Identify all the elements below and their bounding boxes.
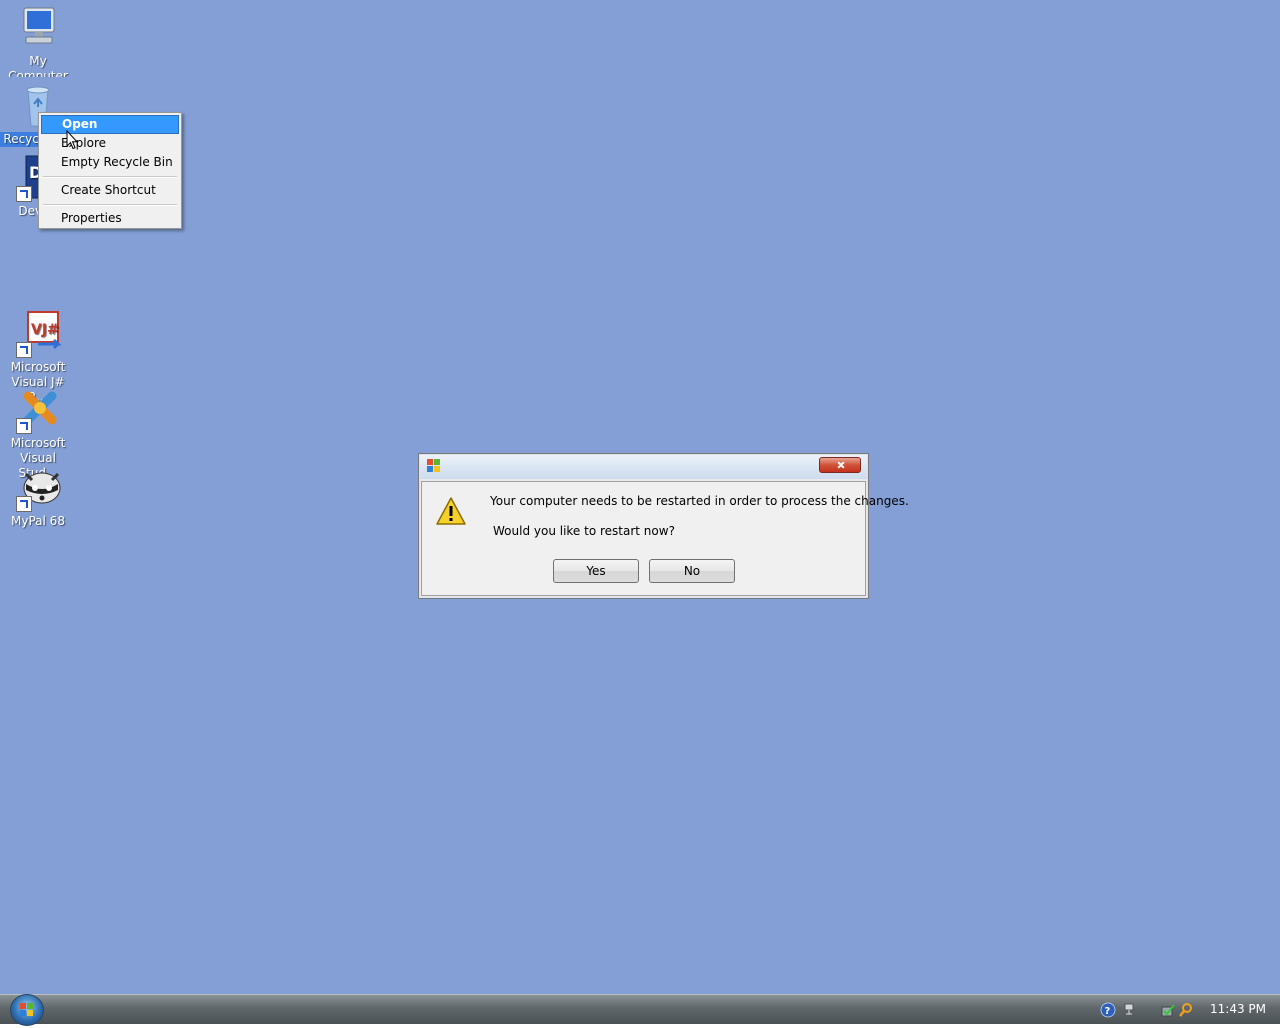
shortcut-arrow-icon bbox=[16, 186, 32, 202]
shortcut-arrow-icon bbox=[16, 496, 32, 512]
visual-jsharp-icon: VJ# bbox=[14, 310, 62, 358]
menu-item-empty-recycle-bin[interactable]: Empty Recycle Bin bbox=[41, 153, 179, 172]
taskbar: ? 11:43 PM bbox=[0, 994, 1280, 1026]
visual-studio-icon bbox=[14, 386, 62, 434]
warning-icon bbox=[435, 496, 467, 529]
yes-button[interactable]: Yes bbox=[553, 559, 639, 583]
menu-item-create-shortcut[interactable]: Create Shortcut bbox=[41, 181, 179, 200]
raccoon-icon bbox=[14, 464, 62, 512]
desktop-icon-mypal[interactable]: MyPal 68 bbox=[0, 464, 76, 529]
system-tray: ? 11:43 PM bbox=[1100, 995, 1280, 1024]
svg-text:VJ#: VJ# bbox=[31, 322, 59, 338]
desktop-icon-label: Microsoft bbox=[10, 436, 66, 450]
dialog-question: Would you like to restart now? bbox=[493, 524, 675, 538]
menu-item-explore[interactable]: Explore bbox=[41, 134, 179, 153]
dialog-body: Your computer needs to be restarted in o… bbox=[421, 481, 909, 596]
desktop-icon-label: Computer bbox=[8, 69, 68, 77]
menu-separator bbox=[43, 204, 177, 206]
context-menu: Open Explore Empty Recycle Bin Create Sh… bbox=[38, 112, 182, 229]
desktop-icon-label: My bbox=[29, 54, 47, 68]
restart-dialog: Your computer needs to be restarted in o… bbox=[418, 453, 909, 599]
start-button[interactable] bbox=[10, 994, 44, 1026]
security-check-icon[interactable] bbox=[1160, 1002, 1176, 1018]
close-button[interactable] bbox=[819, 457, 861, 473]
computer-icon bbox=[14, 4, 62, 52]
clock[interactable]: 11:43 PM bbox=[1210, 1002, 1266, 1016]
help-icon[interactable]: ? bbox=[1100, 1002, 1116, 1018]
svg-text:?: ? bbox=[1105, 1006, 1111, 1017]
desktop-icon-label: Microsoft bbox=[10, 360, 66, 374]
shortcut-arrow-icon bbox=[16, 418, 32, 434]
network-icon[interactable] bbox=[1122, 1002, 1138, 1018]
desktop: My Computer Recycle Bin DE Dev-... bbox=[0, 0, 1280, 994]
shortcut-arrow-icon bbox=[16, 342, 32, 358]
search-icon[interactable] bbox=[1178, 1002, 1194, 1018]
dialog-message: Your computer needs to be restarted in o… bbox=[490, 494, 909, 508]
menu-item-properties[interactable]: Properties bbox=[41, 209, 179, 228]
desktop-icon-label: MyPal 68 bbox=[11, 514, 65, 528]
no-button[interactable]: No bbox=[649, 559, 735, 583]
windows-flag-icon bbox=[426, 458, 442, 474]
menu-item-open[interactable]: Open bbox=[41, 115, 179, 134]
desktop-icon-my-computer[interactable]: My Computer bbox=[0, 4, 76, 77]
menu-separator bbox=[43, 176, 177, 178]
dialog-titlebar[interactable] bbox=[420, 455, 867, 479]
